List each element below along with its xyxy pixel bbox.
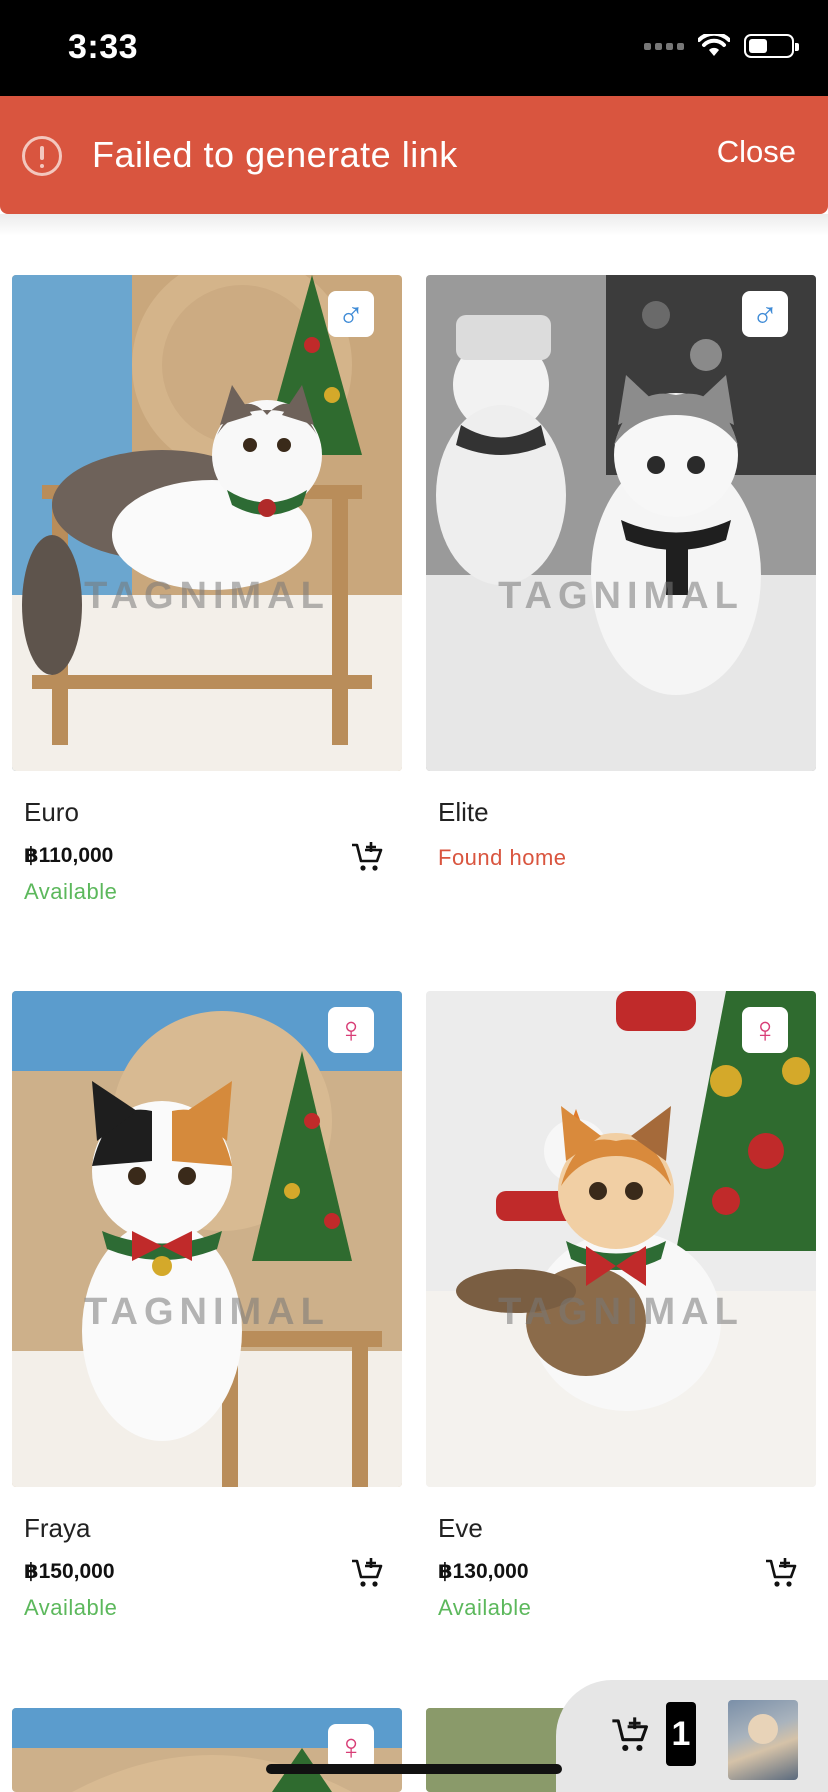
watermark: TAGNIMAL bbox=[84, 1291, 330, 1333]
pet-name: Elite bbox=[438, 797, 489, 827]
watermark: TAGNIMAL bbox=[498, 575, 744, 617]
wifi-icon bbox=[698, 34, 730, 56]
error-message: Failed to generate link bbox=[92, 134, 458, 175]
add-to-cart-button[interactable] bbox=[764, 1557, 798, 1589]
pet-photo-image bbox=[12, 991, 402, 1487]
cart-item-thumbnail[interactable] bbox=[728, 1700, 798, 1780]
pet-status: Available bbox=[24, 879, 118, 904]
female-icon: ♀ bbox=[742, 1007, 788, 1053]
pet-card[interactable]: TAGNIMAL ♂ Elite Found home bbox=[426, 275, 816, 915]
alert-circle-icon bbox=[22, 136, 62, 176]
pet-photo[interactable]: TAGNIMAL ♀ bbox=[426, 991, 816, 1487]
pet-name: Fraya bbox=[24, 1513, 91, 1543]
pet-status: Available bbox=[438, 1595, 532, 1620]
pet-photo[interactable]: ♀ bbox=[12, 1708, 402, 1792]
banner-shadow bbox=[0, 214, 828, 236]
pet-name: Euro bbox=[24, 797, 79, 827]
watermark: TAGNIMAL bbox=[498, 1291, 744, 1333]
female-icon: ♀ bbox=[328, 1007, 374, 1053]
pet-status: Found home bbox=[438, 845, 567, 870]
pet-status: Available bbox=[24, 1595, 118, 1620]
status-icons bbox=[644, 34, 799, 58]
pet-photo-image bbox=[12, 275, 402, 771]
add-to-cart-button[interactable] bbox=[350, 841, 384, 873]
pet-price: ฿110,000 bbox=[24, 844, 114, 867]
status-time: 3:33 bbox=[68, 28, 139, 66]
pet-price: ฿150,000 bbox=[24, 1560, 115, 1583]
pet-photo[interactable]: TAGNIMAL ♂ bbox=[426, 275, 816, 771]
home-indicator[interactable] bbox=[266, 1764, 562, 1774]
close-button[interactable]: Close bbox=[717, 134, 796, 170]
cart-count-badge: 1 bbox=[666, 1702, 696, 1766]
pet-price: ฿130,000 bbox=[438, 1560, 529, 1583]
status-bar: 3:33 bbox=[0, 0, 828, 96]
pet-card[interactable]: ♀ bbox=[12, 1708, 402, 1792]
male-icon: ♂ bbox=[328, 291, 374, 337]
pet-card[interactable]: TAGNIMAL ♂ Euro ฿110,000 Available bbox=[12, 275, 402, 915]
watermark: TAGNIMAL bbox=[84, 575, 330, 617]
error-banner: Failed to generate link Close bbox=[0, 96, 828, 214]
pet-name: Eve bbox=[438, 1513, 483, 1543]
pet-photo-image bbox=[426, 275, 816, 771]
pet-card[interactable]: TAGNIMAL ♀ Fraya ฿150,000 Available bbox=[12, 991, 402, 1631]
floating-cart[interactable]: 1 bbox=[556, 1680, 828, 1792]
cart-add-icon[interactable] bbox=[610, 1716, 650, 1754]
add-to-cart-button[interactable] bbox=[350, 1557, 384, 1589]
male-icon: ♂ bbox=[742, 291, 788, 337]
pet-photo-image bbox=[426, 991, 816, 1487]
pet-photo[interactable]: TAGNIMAL ♂ bbox=[12, 275, 402, 771]
pet-card[interactable]: TAGNIMAL ♀ Eve ฿130,000 Available bbox=[426, 991, 816, 1631]
battery-icon bbox=[744, 34, 799, 58]
signal-icon bbox=[644, 42, 684, 50]
pet-photo[interactable]: TAGNIMAL ♀ bbox=[12, 991, 402, 1487]
